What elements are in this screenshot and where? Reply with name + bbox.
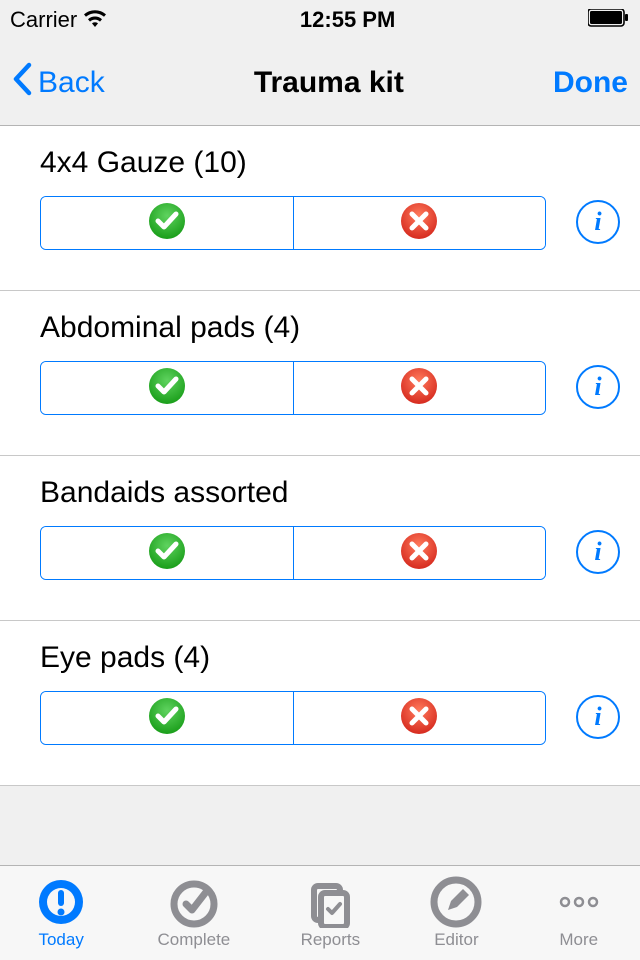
list-item: Bandaids assorted i [0,456,640,621]
battery-icon [588,7,630,33]
more-icon [553,876,605,928]
item-main: Abdominal pads (4) [40,311,546,415]
segment-no[interactable] [294,362,546,414]
item-title: 4x4 Gauze (10) [40,146,546,180]
segment-no[interactable] [294,527,546,579]
item-list: 4x4 Gauze (10) i Abdominal pads (4) i Ba… [0,126,640,786]
segmented-control[interactable] [40,691,546,745]
chevron-left-icon [12,62,32,104]
complete-icon [168,876,220,928]
segmented-control[interactable] [40,196,546,250]
tab-label: Today [38,930,83,950]
check-icon [148,367,186,410]
item-title: Bandaids assorted [40,476,546,510]
item-title: Abdominal pads (4) [40,311,546,345]
tab-complete[interactable]: Complete [157,876,230,950]
tab-today[interactable]: Today [35,876,87,950]
segmented-control[interactable] [40,526,546,580]
list-item: 4x4 Gauze (10) i [0,126,640,291]
status-time: 12:55 PM [300,7,395,33]
tab-label: Editor [434,930,478,950]
info-button[interactable]: i [576,695,620,739]
tab-more[interactable]: More [553,876,605,950]
today-icon [35,876,87,928]
check-icon [148,697,186,740]
item-main: Bandaids assorted [40,476,546,580]
status-left: Carrier [10,7,107,33]
back-button[interactable]: Back [12,62,105,104]
item-main: 4x4 Gauze (10) [40,146,546,250]
nav-bar: Back Trauma kit Done [0,40,640,126]
check-icon [148,532,186,575]
reports-icon [304,876,356,928]
segment-yes[interactable] [41,692,294,744]
segment-no[interactable] [294,197,546,249]
info-button[interactable]: i [576,530,620,574]
tab-label: Reports [301,930,361,950]
tab-editor[interactable]: Editor [430,876,482,950]
segment-yes[interactable] [41,362,294,414]
list-item: Abdominal pads (4) i [0,291,640,456]
segment-yes[interactable] [41,527,294,579]
tab-label: More [559,930,598,950]
segment-no[interactable] [294,692,546,744]
back-label: Back [38,66,105,100]
tab-reports[interactable]: Reports [301,876,361,950]
list-item: Eye pads (4) i [0,621,640,786]
status-bar: Carrier 12:55 PM [0,0,640,40]
cross-icon [400,367,438,410]
segmented-control[interactable] [40,361,546,415]
cross-icon [400,532,438,575]
cross-icon [400,697,438,740]
wifi-icon [83,7,107,33]
tab-bar: Today Complete Reports Editor More [0,865,640,960]
page-title: Trauma kit [254,66,404,100]
check-icon [148,202,186,245]
segment-yes[interactable] [41,197,294,249]
carrier-label: Carrier [10,7,77,33]
item-main: Eye pads (4) [40,641,546,745]
tab-label: Complete [157,930,230,950]
cross-icon [400,202,438,245]
info-button[interactable]: i [576,365,620,409]
done-button[interactable]: Done [553,66,628,100]
info-button[interactable]: i [576,200,620,244]
item-title: Eye pads (4) [40,641,546,675]
editor-icon [430,876,482,928]
